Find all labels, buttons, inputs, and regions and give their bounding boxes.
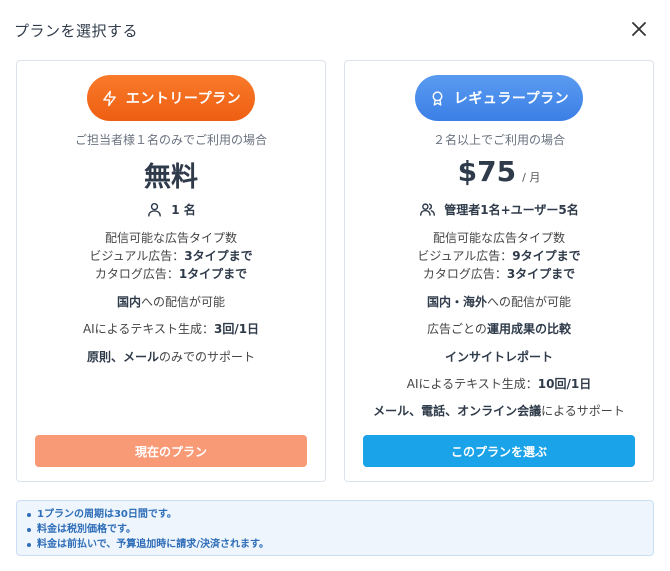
feature-support: 原則、メールのみでのサポート (17, 348, 325, 366)
modal-title: プランを選択する (14, 22, 139, 40)
plan-subtitle: ２名以上でご利用の場合 (432, 133, 565, 147)
plan-subtitle: ご担当者様１名のみでご利用の場合 (74, 133, 267, 147)
note-item: 料金は税別価格です。 (25, 522, 653, 537)
ai-value: 10回/1日 (537, 377, 592, 391)
plan-users: 1 名 (17, 201, 325, 218)
comparison-prefix: 広告ごとの (427, 322, 487, 336)
plan-price: 無料 (17, 155, 325, 194)
current-plan-button[interactable]: 現在のプラン (35, 435, 307, 467)
ad-types-heading: 配信可能な広告タイプ数 (432, 231, 565, 245)
visual-ads-value: 3タイプまで (184, 249, 253, 263)
comparison-bold: 運用成果の比較 (486, 322, 571, 336)
plan-badge-entry: エントリープラン (87, 75, 255, 121)
select-plan-button[interactable]: このプランを選ぶ (363, 435, 635, 467)
catalog-ads-value: 3タイプまで (506, 267, 576, 281)
feature-ad-types: 配信可能な広告タイプ数 ビジュアル広告：9タイプまで カタログ広告：3タイプまで (345, 229, 653, 283)
feature-delivery: 国内・海外への配信が可能 (345, 293, 653, 311)
catalog-ads-value: 1タイプまで (178, 267, 248, 281)
visual-ads-value: 9タイプまで (512, 249, 581, 263)
catalog-ads-prefix: カタログ広告： (94, 267, 179, 281)
plan-badge-regular: レギュラープラン (415, 75, 583, 121)
delivery-rest: への配信が可能 (487, 295, 572, 309)
delivery-bold: 国内 (116, 295, 141, 309)
visual-ads-line: ビジュアル広告：9タイプまで (345, 247, 653, 265)
plan-badge-label: エントリープラン (125, 91, 242, 107)
feature-comparison: 広告ごとの運用成果の比較 (345, 320, 653, 338)
plan-notes: 1プランの周期は30日間です。 料金は税別価格です。 料金は前払いで、予算追加時… (16, 500, 654, 556)
feature-ai: AIによるテキスト生成：3回/1日 (17, 320, 325, 338)
feature-support: メール、電話、オンライン会議によるサポート (345, 402, 653, 420)
plan-price: $75 / 月 (345, 155, 653, 188)
note-item: 1プランの周期は30日間です。 (25, 507, 653, 522)
catalog-ads-line: カタログ広告：1タイプまで (17, 265, 325, 283)
price-value: 無料 (144, 162, 198, 193)
price-unit: / 月 (522, 171, 541, 184)
user-icon (148, 202, 162, 217)
support-rest: によるサポート (541, 404, 625, 418)
feature-insight: インサイトレポート (345, 348, 653, 366)
catalog-ads-prefix: カタログ広告： (422, 267, 507, 281)
plan-card-regular: レギュラープラン ２名以上でご利用の場合 $75 / 月 管理者1名+ユーザー5名… (344, 60, 654, 482)
visual-ads-prefix: ビジュアル広告： (89, 249, 185, 263)
lightning-icon (103, 90, 116, 106)
modal-header: プランを選択する (0, 0, 670, 60)
users-label: 1 名 (171, 203, 196, 217)
support-bold: メール、電話、オンライン会議 (373, 404, 542, 418)
ai-prefix: AIによるテキスト生成： (406, 377, 538, 391)
plan-users: 管理者1名+ユーザー5名 (345, 201, 653, 218)
support-rest: のみでのサポート (159, 350, 256, 364)
insight-label: インサイトレポート (444, 350, 553, 364)
support-bold: 原則、メール (86, 350, 159, 364)
users-label: 管理者1名+ユーザー5名 (444, 203, 579, 217)
delivery-bold: 国内・海外 (426, 295, 487, 309)
feature-ai: AIによるテキスト生成：10回/1日 (345, 375, 653, 393)
close-icon (632, 22, 646, 36)
ad-types-heading: 配信可能な広告タイプ数 (104, 231, 237, 245)
feature-delivery: 国内への配信が可能 (17, 293, 325, 311)
visual-ads-prefix: ビジュアル広告： (417, 249, 513, 263)
close-button[interactable] (630, 20, 648, 38)
ai-value: 3回/1日 (213, 322, 260, 336)
note-item: 料金は前払いで、予算追加時に請求/決済されます。 (25, 537, 653, 552)
plan-card-entry: エントリープラン ご担当者様１名のみでご利用の場合 無料 1 名 配信可能な広告… (16, 60, 326, 482)
price-value: $75 (457, 155, 517, 188)
ai-prefix: AIによるテキスト生成： (82, 322, 214, 336)
visual-ads-line: ビジュアル広告：3タイプまで (17, 247, 325, 265)
award-icon (432, 90, 443, 106)
plan-badge-label: レギュラープラン (453, 91, 570, 107)
catalog-ads-line: カタログ広告：3タイプまで (345, 265, 653, 283)
feature-ad-types: 配信可能な広告タイプ数 ビジュアル広告：3タイプまで カタログ広告：1タイプまで (17, 229, 325, 283)
users-icon (420, 203, 436, 216)
delivery-rest: への配信が可能 (141, 295, 226, 309)
